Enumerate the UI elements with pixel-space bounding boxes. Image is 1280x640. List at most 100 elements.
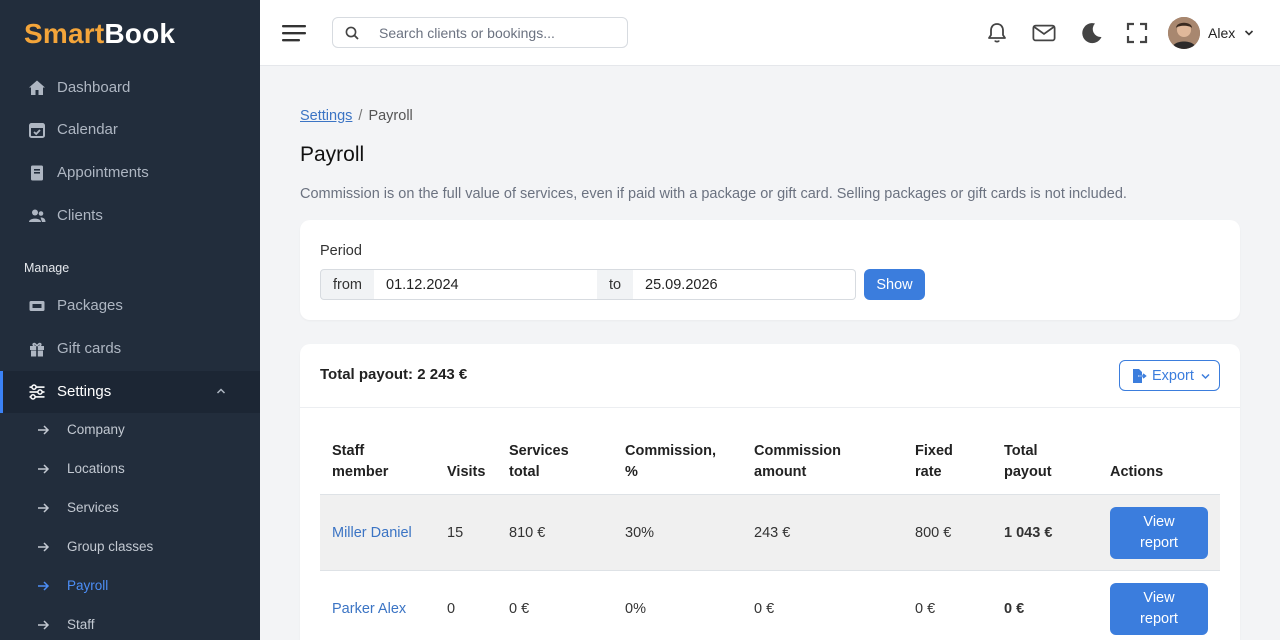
staff-name-link[interactable]: Miller Daniel: [332, 525, 412, 541]
commission-pct-value: 0%: [625, 601, 646, 617]
commission-amount-value: 243 €: [754, 525, 791, 541]
view-report-button[interactable]: View report: [1110, 507, 1208, 559]
home-icon: [29, 80, 45, 95]
commission-amount-value: 0 €: [754, 601, 775, 617]
page-description: Commission is on the full value of servi…: [300, 186, 1127, 202]
sidebar-item-label: Packages: [57, 297, 123, 314]
arrow-right-icon: [38, 425, 50, 435]
card-divider: [300, 407, 1240, 408]
col-header-total-payout: Total payout: [1004, 443, 1052, 480]
sidebar-item-clients[interactable]: Clients: [0, 195, 260, 237]
total-payout: Total payout: 2 243 €: [320, 366, 468, 383]
sliders-icon: [29, 384, 45, 400]
breadcrumb-current: Payroll: [368, 108, 413, 124]
sidebar-section-label: Manage: [24, 261, 70, 275]
sidebar-subitem-label: Staff: [67, 617, 95, 632]
from-addon: from: [320, 269, 375, 300]
to-addon: to: [597, 269, 634, 300]
sidebar-item-appointments[interactable]: Appointments: [0, 152, 260, 194]
col-header-commission-pct: Commission,%: [625, 443, 717, 480]
sidebar-item-label: Dashboard: [57, 79, 131, 96]
sidebar-subitem-label: Locations: [67, 461, 125, 476]
search-icon: [345, 26, 359, 40]
visits-value: 15: [447, 525, 464, 541]
gift-icon: [30, 342, 44, 357]
sidebar-item-settings[interactable]: Settings: [0, 371, 260, 413]
sidebar-subitem-payroll[interactable]: Payroll: [0, 568, 260, 604]
sidebar-subitem-label: Payroll: [67, 578, 109, 593]
breadcrumb-link-settings[interactable]: Settings: [300, 108, 352, 124]
sidebar-subitem-label: Group classes: [67, 539, 154, 554]
sidebar-subitem-locations[interactable]: Locations: [0, 451, 260, 487]
sidebar-item-label: Settings: [57, 383, 112, 400]
file-export-icon: [1133, 369, 1147, 383]
breadcrumb: Settings / Payroll: [300, 108, 413, 124]
brand-part-smart: Smart: [24, 18, 105, 49]
services-total-value: 0 €: [509, 601, 530, 617]
sidebar-subitem-services[interactable]: Services: [0, 490, 260, 526]
fullscreen-icon[interactable]: [1125, 21, 1149, 45]
arrow-right-icon: [38, 464, 50, 474]
moon-icon[interactable]: [1080, 21, 1104, 45]
sidebar-item-dashboard[interactable]: Dashboard: [0, 67, 260, 109]
topbar: Alex: [260, 0, 1280, 66]
sidebar-subitem-label: Services: [67, 500, 119, 515]
arrow-right-icon: [38, 581, 50, 591]
table-row: Parker Alex 0 0 € 0% 0 € 0 € 0 € View rep…: [320, 571, 1220, 640]
staff-name-link[interactable]: Parker Alex: [332, 601, 406, 617]
chevron-down-icon[interactable]: [1244, 29, 1254, 37]
col-header-fixed-rate: Fixed rate: [915, 443, 953, 480]
user-name[interactable]: Alex: [1208, 25, 1235, 41]
show-button[interactable]: Show: [864, 269, 925, 300]
col-header-commission-amount: Commission amount: [754, 443, 842, 480]
services-total-value: 810 €: [509, 525, 546, 541]
sidebar-item-calendar[interactable]: Calendar: [0, 109, 260, 151]
breadcrumb-separator: /: [358, 108, 363, 124]
mail-icon[interactable]: [1032, 21, 1056, 45]
period-label: Period: [320, 243, 362, 259]
sidebar-subitem-company[interactable]: Company: [0, 412, 260, 448]
col-header-visits: Visits: [447, 464, 486, 480]
sidebar-item-label: Appointments: [57, 164, 149, 181]
sidebar-item-label: Clients: [57, 207, 103, 224]
users-icon: [29, 209, 46, 222]
arrow-right-icon: [38, 503, 50, 513]
bell-icon[interactable]: [985, 21, 1009, 45]
total-payout-value: 1 043 €: [1004, 525, 1053, 541]
chevron-up-icon: [216, 388, 226, 394]
total-payout-value: 0 €: [1004, 601, 1025, 617]
user-avatar-icon: [1168, 17, 1200, 49]
page-title: Payroll: [300, 143, 365, 166]
sidebar: SmartBook Dashboard Calendar Appointment…: [0, 0, 260, 640]
to-date-field[interactable]: 25.09.2026: [633, 269, 856, 300]
ticket-icon: [29, 301, 45, 311]
sidebar-subitem-label: Company: [67, 422, 125, 437]
view-report-button[interactable]: View report: [1110, 583, 1208, 635]
sidebar-item-label: Gift cards: [57, 340, 122, 357]
commission-pct-value: 30%: [625, 525, 655, 541]
export-button[interactable]: Export: [1119, 360, 1220, 391]
period-card: Period from 01.12.2024 to 25.09.2026 Sho…: [300, 220, 1240, 320]
avatar[interactable]: [1168, 17, 1200, 49]
col-header-actions: Actions: [1110, 464, 1164, 480]
calendar-check-icon: [29, 123, 45, 138]
hamburger-menu-icon[interactable]: [282, 22, 306, 44]
fixed-rate-value: 0 €: [915, 601, 936, 617]
visits-value: 0: [447, 601, 456, 617]
arrow-right-icon: [38, 620, 50, 630]
col-header-staff: Staff member: [332, 443, 389, 480]
export-button-label: Export: [1152, 368, 1194, 384]
search-box: [332, 17, 628, 48]
from-date-field[interactable]: 01.12.2024: [374, 269, 598, 300]
sidebar-item-gift-cards[interactable]: Gift cards: [0, 328, 260, 370]
book-icon: [31, 165, 43, 181]
sidebar-subitem-staff[interactable]: Staff: [0, 607, 260, 640]
payroll-card: Total payout: 2 243 € Export Staff member…: [300, 344, 1240, 640]
search-input[interactable]: [379, 24, 619, 42]
col-header-services: Services total: [509, 443, 569, 480]
sidebar-item-packages[interactable]: Packages: [0, 285, 260, 327]
brand-logo[interactable]: SmartBook: [24, 18, 175, 50]
chevron-down-icon: [1201, 373, 1210, 380]
fixed-rate-value: 800 €: [915, 525, 952, 541]
sidebar-subitem-group-classes[interactable]: Group classes: [0, 529, 260, 565]
